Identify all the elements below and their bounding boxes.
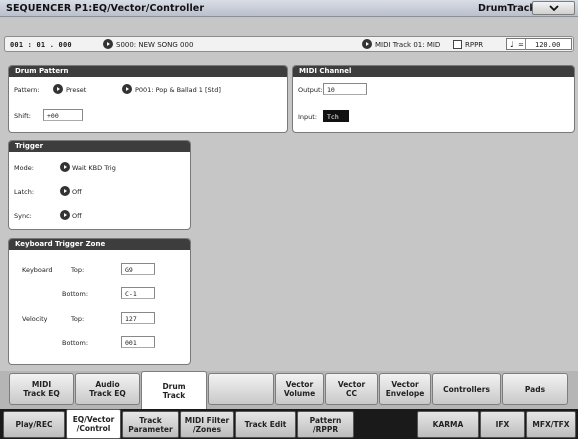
tab-midi-filter-zones[interactable]: MIDI Filter /Zones: [180, 411, 234, 438]
tab-vector-cc[interactable]: Vector CC: [325, 373, 378, 405]
tab-track-parameter[interactable]: Track Parameter: [122, 411, 179, 438]
pattern-label: Pattern:: [14, 86, 40, 94]
tab-karma[interactable]: KARMA: [417, 411, 479, 438]
tab-track-edit[interactable]: Track Edit: [235, 411, 296, 438]
mode-select[interactable]: Wait KBD Trig: [72, 164, 116, 172]
velocity-bottom-field[interactable]: 001: [121, 336, 155, 348]
track-select[interactable]: MIDI Track 01: MID: [375, 41, 440, 49]
keyboard-bottom-label: Bottom:: [62, 290, 89, 298]
shift-label: Shift:: [14, 112, 31, 120]
tab-vector-volume[interactable]: Vector Volume: [275, 373, 324, 405]
input-channel-field[interactable]: Tch: [323, 110, 349, 122]
tab-ifx[interactable]: IFX: [480, 411, 525, 438]
tab-play-rec[interactable]: Play/REC: [3, 411, 65, 438]
keyboard-trigger-zone-heading: Keyboard Trigger Zone: [9, 239, 190, 250]
tab-eq-vector-control[interactable]: EQ/Vector /Control: [66, 409, 121, 439]
pattern-bank-select[interactable]: Preset: [66, 86, 86, 94]
midi-channel-panel: MIDI Channel Output: 10 Input: Tch: [292, 65, 575, 133]
tab-vector-envelope[interactable]: Vector Envelope: [379, 373, 431, 405]
current-track-name: DrumTrack: [478, 3, 536, 14]
title-bar: SEQUENCER P1:EQ/Vector/Controller DrumTr…: [0, 0, 578, 17]
location-bar: 001 : 01 . 000 S000: NEW SONG 000 MIDI T…: [4, 36, 574, 52]
mode-arrow-icon[interactable]: [60, 162, 70, 172]
sync-select[interactable]: Off: [72, 212, 82, 220]
tab-mfx-tfx[interactable]: MFX/TFX: [526, 411, 576, 438]
keyboard-trigger-zone-panel: Keyboard Trigger Zone Keyboard Top: G9 B…: [8, 238, 191, 365]
page-title: SEQUENCER P1:EQ/Vector/Controller: [6, 3, 205, 14]
keyboard-top-field[interactable]: G9: [121, 263, 155, 275]
input-label: Input:: [298, 113, 318, 121]
page-tabs: Play/REC EQ/Vector /Control Track Parame…: [0, 409, 578, 439]
trigger-panel: Trigger Mode: Wait KBD Trig Latch: Off S…: [8, 140, 191, 230]
midi-channel-heading: MIDI Channel: [293, 66, 574, 77]
tab-midi-track-eq[interactable]: MIDI Track EQ: [9, 373, 74, 405]
shift-field[interactable]: +00: [43, 109, 83, 121]
song-position[interactable]: 001 : 01 . 000: [10, 41, 72, 49]
sync-label: Sync:: [14, 212, 32, 220]
tab-audio-track-eq[interactable]: Audio Track EQ: [75, 373, 140, 405]
tab-drum-track[interactable]: Drum Track: [141, 371, 207, 409]
trigger-heading: Trigger: [9, 141, 190, 152]
velocity-bottom-label: Bottom:: [62, 339, 89, 347]
latch-label: Latch:: [14, 188, 35, 196]
output-label: Output:: [298, 86, 323, 94]
rppr-label: RPPR: [465, 41, 484, 49]
velocity-top-label: Top:: [71, 315, 85, 323]
latch-arrow-icon[interactable]: [60, 186, 70, 196]
tab-controllers[interactable]: Controllers: [432, 373, 501, 405]
song-select[interactable]: S000: NEW SONG 000: [116, 41, 193, 49]
sub-page-tabs: MIDI Track EQ Audio Track EQ Drum Track …: [0, 371, 578, 409]
pattern-bank-arrow-icon[interactable]: [53, 84, 63, 94]
velocity-top-field[interactable]: 127: [121, 312, 155, 324]
tempo-value[interactable]: 120.00: [535, 41, 560, 49]
drum-pattern-heading: Drum Pattern: [9, 66, 287, 77]
tab-pads[interactable]: Pads: [502, 373, 568, 405]
tempo-divider: [525, 39, 526, 50]
output-channel-field[interactable]: 10: [323, 83, 367, 95]
tab-blank-bottom: [355, 411, 416, 438]
tab-blank: [208, 373, 274, 405]
keyboard-label: Keyboard: [22, 266, 53, 274]
quarter-note-icon: ♩: [510, 40, 514, 49]
tempo-equals: =: [518, 41, 524, 49]
drum-pattern-panel: Drum Pattern Pattern: Preset P001: Pop &…: [8, 65, 288, 133]
keyboard-top-label: Top:: [71, 266, 85, 274]
rppr-checkbox[interactable]: [453, 40, 462, 49]
chevron-down-icon: [549, 5, 559, 12]
latch-select[interactable]: Off: [72, 188, 82, 196]
velocity-label: Velocity: [22, 315, 48, 323]
page-menu-button[interactable]: [532, 1, 575, 15]
keyboard-bottom-field[interactable]: C-1: [121, 287, 155, 299]
mode-label: Mode:: [14, 164, 34, 172]
pattern-select[interactable]: P001: Pop & Ballad 1 [Std]: [135, 86, 221, 94]
song-select-arrow-icon[interactable]: [103, 39, 113, 49]
track-select-arrow-icon[interactable]: [362, 39, 372, 49]
tab-pattern-rppr[interactable]: Pattern /RPPR: [297, 411, 354, 438]
sync-arrow-icon[interactable]: [60, 210, 70, 220]
pattern-select-arrow-icon[interactable]: [122, 84, 132, 94]
